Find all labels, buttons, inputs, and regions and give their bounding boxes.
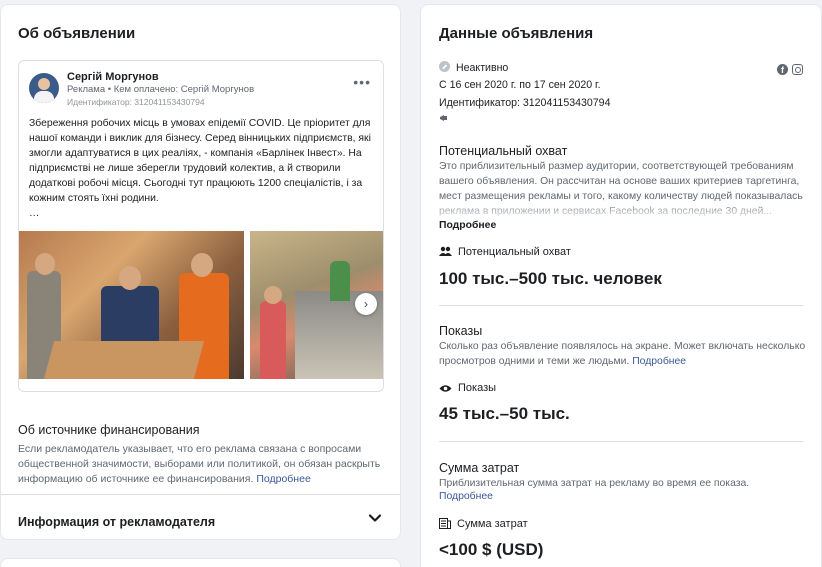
spend-value: <100 $ (USD): [439, 540, 544, 559]
ad-details-card: Данные объявления Неактивно f С 16 сен 2…: [420, 4, 822, 567]
impressions-description: Сколько раз объявление появлялось на экр…: [439, 339, 809, 369]
funding-title: Об источнике финансирования: [18, 423, 200, 437]
spend-label: Сумма затрат: [457, 518, 528, 530]
funding-text: Если рекламодатель указывает, что его ре…: [18, 442, 388, 487]
section-title: Данные объявления: [439, 25, 594, 42]
spend-more-link[interactable]: Подробнее: [439, 491, 493, 502]
reach-label-row: Потенциальный охват: [439, 246, 571, 258]
reach-value: 100 тыс.–500 тыс. человек: [439, 269, 662, 288]
impressions-text: Сколько раз объявление появлялось на экр…: [439, 341, 806, 367]
ad-preview: Сергій Моргунов Реклама • Кем оплачено: …: [18, 60, 384, 392]
chevron-right-icon[interactable]: ›: [355, 293, 377, 315]
sponsored-label: Реклама • Кем оплачено: Сергій Моргунов: [67, 84, 255, 95]
ad-body-text: Збереження робочих місць в умовах епідем…: [29, 118, 371, 219]
people-icon: [439, 246, 452, 256]
divider: [1, 494, 400, 495]
section-title: Об объявлении: [18, 25, 136, 42]
instagram-icon: [792, 64, 803, 76]
reach-more-link[interactable]: Подробнее: [439, 220, 496, 231]
status-row: Неактивно: [439, 61, 508, 74]
receipt-icon: [439, 518, 451, 529]
inactive-status-icon: [439, 61, 450, 72]
ad-id: Идентификатор: 312041153430794: [439, 97, 611, 109]
ad-info-card: Об объявлении Сергій Моргунов Реклама • …: [0, 4, 401, 540]
page-name[interactable]: Сергій Моргунов: [67, 71, 159, 83]
facebook-icon: f: [777, 64, 788, 76]
spend-heading: Сумма затрат: [439, 461, 520, 475]
chevron-down-icon[interactable]: [368, 511, 382, 525]
more-dots-icon[interactable]: •••: [353, 75, 371, 89]
date-range: С 16 сен 2020 г. по 17 сен 2020 г.: [439, 79, 601, 91]
impressions-value: 45 тыс.–50 тыс.: [439, 404, 570, 423]
advertiser-info-label: Информация от рекламодателя: [18, 515, 216, 529]
advertiser-info-toggle[interactable]: Информация от рекламодателя: [1, 499, 402, 541]
status-text: Неактивно: [456, 62, 509, 74]
ad-id: Идентификатор: 312041153430794: [67, 97, 205, 107]
fade-overlay: [421, 201, 821, 221]
next-card: [0, 558, 401, 567]
eye-icon: [439, 385, 452, 392]
impressions-label: Показы: [458, 382, 497, 394]
impressions-more-link[interactable]: Подробнее: [632, 356, 686, 367]
funding-description: Если рекламодатель указывает, что его ре…: [18, 443, 381, 485]
funding-more-link[interactable]: Подробнее: [256, 473, 310, 485]
reach-label: Потенциальный охват: [458, 246, 571, 258]
avatar[interactable]: [29, 73, 59, 103]
ad-image-1[interactable]: [19, 231, 244, 379]
impressions-heading: Показы: [439, 324, 483, 338]
divider: [439, 305, 803, 306]
impressions-label-row: Показы: [439, 382, 496, 394]
platform-icons: f: [777, 61, 803, 79]
divider: [439, 441, 803, 442]
reach-heading: Потенциальный охват: [439, 144, 568, 158]
megaphone-icon: [440, 115, 447, 121]
spend-label-row: Сумма затрат: [439, 518, 528, 530]
spend-description: Приблизительная сумма затрат на рекламу …: [439, 478, 750, 489]
